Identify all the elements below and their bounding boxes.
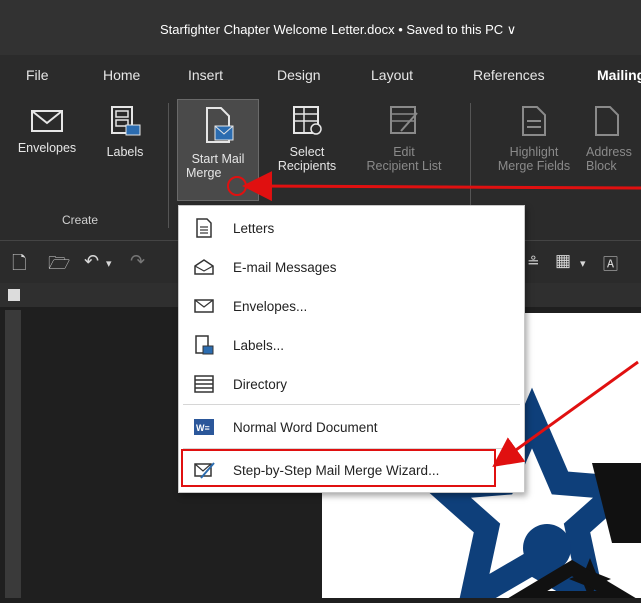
svg-text:W≡: W≡ — [196, 423, 210, 433]
annotation-circle — [227, 176, 247, 196]
menu-item-email-messages[interactable]: E-mail Messages — [179, 249, 524, 285]
menu-separator — [183, 404, 520, 405]
word-icon: W≡ — [194, 419, 214, 435]
new-document-icon[interactable]: 🗋 — [12, 251, 26, 281]
select-recipients-label-1: Select — [289, 145, 325, 159]
envelope-icon — [31, 110, 63, 132]
address-block-label-1: Address — [586, 145, 632, 159]
annotation-highlight-box — [181, 449, 496, 487]
letter-icon — [196, 218, 212, 238]
menu-item-label: Letters — [233, 221, 275, 236]
tab-design[interactable]: Design — [277, 67, 321, 83]
tab-selector[interactable] — [8, 289, 20, 301]
window-title[interactable]: Starfighter Chapter Welcome Letter.docx … — [160, 22, 516, 38]
highlight-merge-fields-icon — [522, 106, 546, 136]
menu-item-labels[interactable]: Labels... — [179, 327, 524, 363]
sort-icon[interactable]: ≗ — [527, 253, 540, 271]
address-block-icon — [595, 106, 619, 136]
labels-button[interactable]: Labels — [98, 105, 152, 159]
ribbon-tabs: File Home Insert Design Layout Reference… — [0, 55, 641, 95]
edit-recipient-list-label-1: Edit — [393, 145, 415, 159]
start-mail-merge-label-1: Start Mail — [191, 152, 245, 166]
labels-icon — [111, 106, 141, 136]
tab-file[interactable]: File — [26, 67, 49, 83]
menu-item-label: Normal Word Document — [233, 420, 378, 435]
title-bar: Starfighter Chapter Welcome Letter.docx … — [0, 0, 641, 55]
directory-icon — [194, 375, 214, 393]
menu-item-label: Directory — [233, 377, 288, 392]
menu-item-directory[interactable]: Directory — [179, 366, 524, 402]
undo-dropdown-icon[interactable]: ▾ — [106, 257, 112, 270]
select-recipients-icon — [293, 106, 322, 135]
menu-item-letters[interactable]: Letters — [179, 210, 524, 246]
group-separator — [168, 103, 169, 228]
tab-mailings[interactable]: Mailing — [597, 67, 641, 83]
start-mail-merge-icon — [206, 107, 234, 143]
undo-icon[interactable]: ↶ — [84, 251, 99, 272]
menu-item-label: Envelopes... — [233, 299, 308, 314]
labels-label: Labels — [106, 145, 144, 159]
tab-insert[interactable]: Insert — [188, 67, 223, 83]
menu-item-label: Labels... — [233, 338, 285, 353]
email-icon — [194, 259, 214, 275]
vertical-ruler — [5, 310, 21, 598]
highlight-merge-fields-button[interactable]: Highlight Merge Fields — [486, 105, 582, 173]
tab-home[interactable]: Home — [103, 67, 140, 83]
tab-layout[interactable]: Layout — [371, 67, 413, 83]
envelope-icon — [194, 299, 214, 313]
start-mail-merge-label-2: Merge — [186, 166, 222, 180]
address-block-button[interactable]: Address Block — [586, 105, 641, 173]
open-folder-icon[interactable]: 🗁 — [48, 251, 70, 281]
address-block-label-2: Block — [586, 159, 617, 173]
select-recipients-button[interactable]: Select Recipients — [268, 105, 346, 173]
menu-item-label: E-mail Messages — [233, 260, 337, 275]
menu-item-normal-word-document[interactable]: W≡ Normal Word Document — [179, 409, 524, 445]
labels-icon — [195, 335, 214, 355]
edit-recipient-list-label-2: Recipient List — [366, 159, 442, 173]
tab-references[interactable]: References — [473, 67, 545, 83]
text-box-icon[interactable]: 🄰 — [603, 253, 618, 274]
edit-recipient-list-button[interactable]: Edit Recipient List — [354, 105, 454, 173]
envelopes-button[interactable]: Envelopes — [12, 105, 82, 155]
highlight-merge-fields-label-1: Highlight — [509, 145, 559, 159]
menu-item-envelopes[interactable]: Envelopes... — [179, 288, 524, 324]
select-recipients-label-2: Recipients — [277, 159, 337, 173]
edit-recipient-list-icon — [390, 106, 418, 134]
redo-icon[interactable]: ↷ — [130, 251, 145, 272]
group-create-label: Create — [62, 213, 99, 227]
table-dropdown-icon[interactable]: ▾ — [580, 257, 586, 270]
highlight-merge-fields-label-2: Merge Fields — [497, 159, 571, 173]
envelopes-label: Envelopes — [17, 141, 77, 155]
table-icon[interactable]: ▦ — [555, 251, 571, 271]
